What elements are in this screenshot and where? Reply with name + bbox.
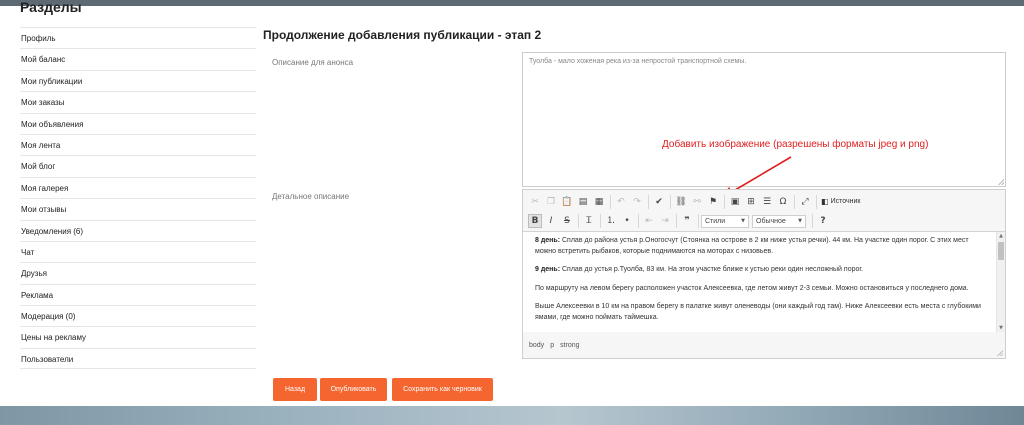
- cut-icon[interactable]: ✂: [528, 195, 542, 209]
- editor-text[interactable]: 8 день: Сплав до района устья р.Оногосчу…: [523, 232, 1005, 323]
- editor-toolbar: ✂ ❐ 📋 ▤ ▦ ↶ ↷ ✔ ⛓ ⚯ ⚑ ▣ ⊞ ☰ Ω ⤢ ◧ Источн…: [523, 190, 1005, 232]
- annotation-text: Добавить изображение (разрешены форматы …: [662, 139, 929, 150]
- format-select[interactable]: Обычное ▼: [752, 214, 806, 228]
- chevron-down-icon: ▼: [741, 217, 745, 224]
- scroll-up-icon[interactable]: ▲: [997, 232, 1005, 240]
- sidebar-item-reviews[interactable]: Мои отзывы: [20, 198, 256, 219]
- sidebar-item-feed[interactable]: Моя лента: [20, 133, 256, 155]
- sidebar-item-friends[interactable]: Друзья: [20, 262, 256, 283]
- horizontal-line-icon[interactable]: ☰: [760, 195, 774, 209]
- bottom-background: [0, 406, 1024, 425]
- spellcheck-icon[interactable]: ✔: [652, 195, 666, 209]
- blockquote-icon[interactable]: ❞: [680, 214, 694, 228]
- paste-icon[interactable]: 📋: [560, 195, 574, 209]
- resize-grip-icon[interactable]: [997, 350, 1003, 356]
- sidebar: Разделы Профиль Мой баланс Мои публикаци…: [20, 0, 256, 370]
- scrollbar-thumb[interactable]: [998, 242, 1004, 260]
- paragraph: Выше Алексеевки в 10 км на правом берегу…: [535, 303, 981, 321]
- detail-label: Детальное описание: [272, 192, 350, 201]
- paragraph: 8 день: Сплав до района устья р.Оногосчу…: [535, 237, 969, 255]
- special-char-icon[interactable]: Ω: [776, 195, 790, 209]
- sidebar-item-ads[interactable]: Мои объявления: [20, 112, 256, 134]
- save-draft-button[interactable]: Сохранить как черновик: [392, 378, 493, 401]
- undo-icon[interactable]: ↶: [614, 195, 628, 209]
- paste-text-icon[interactable]: ▤: [576, 195, 590, 209]
- scroll-down-icon[interactable]: ▼: [997, 324, 1005, 332]
- path-item[interactable]: strong: [560, 342, 579, 349]
- resize-grip-icon[interactable]: [998, 179, 1004, 185]
- indent-icon[interactable]: ⇥: [658, 214, 672, 228]
- sidebar-title: Разделы: [20, 0, 82, 15]
- paste-word-icon[interactable]: ▦: [592, 195, 606, 209]
- sidebar-item-users[interactable]: Пользователи: [20, 347, 256, 370]
- redo-icon[interactable]: ↷: [630, 195, 644, 209]
- sidebar-list: Профиль Мой баланс Мои публикации Мои за…: [20, 27, 256, 370]
- sidebar-item-balance[interactable]: Мой баланс: [20, 48, 256, 69]
- help-icon[interactable]: ?: [816, 214, 830, 228]
- unlink-icon[interactable]: ⚯: [690, 195, 704, 209]
- image-icon[interactable]: ▣: [728, 195, 742, 209]
- toolbar-row-1: ✂ ❐ 📋 ▤ ▦ ↶ ↷ ✔ ⛓ ⚯ ⚑ ▣ ⊞ ☰ Ω ⤢ ◧ Источн…: [527, 193, 1001, 211]
- page-title: Продолжение добавления публикации - этап…: [263, 28, 542, 42]
- copy-icon[interactable]: ❐: [544, 195, 558, 209]
- rich-text-editor: ✂ ❐ 📋 ▤ ▦ ↶ ↷ ✔ ⛓ ⚯ ⚑ ▣ ⊞ ☰ Ω ⤢ ◧ Источн…: [522, 189, 1006, 359]
- sidebar-item-ad-prices[interactable]: Цены на рекламу: [20, 326, 256, 347]
- sidebar-item-notifications[interactable]: Уведомления (6): [20, 219, 256, 241]
- bulleted-list-icon[interactable]: •: [620, 214, 634, 228]
- sidebar-item-chat[interactable]: Чат: [20, 240, 256, 262]
- remove-format-icon[interactable]: Ꮖ: [582, 214, 596, 228]
- italic-icon[interactable]: I: [544, 214, 558, 228]
- sidebar-item-profile[interactable]: Профиль: [20, 27, 256, 48]
- numbered-list-icon[interactable]: ⒈: [604, 214, 618, 228]
- sidebar-item-gallery[interactable]: Моя галерея: [20, 176, 256, 198]
- maximize-icon[interactable]: ⤢: [798, 195, 812, 209]
- sidebar-item-publications[interactable]: Мои публикации: [20, 69, 256, 91]
- editor-scrollbar[interactable]: ▲ ▼: [996, 232, 1005, 332]
- chevron-down-icon: ▼: [798, 217, 802, 224]
- paragraph: По маршруту на левом берегу расположен у…: [535, 284, 969, 292]
- sidebar-item-orders[interactable]: Мои заказы: [20, 91, 256, 112]
- outdent-icon[interactable]: ⇤: [642, 214, 656, 228]
- sidebar-item-advertising[interactable]: Реклама: [20, 283, 256, 305]
- element-path-bar: body p strong: [523, 333, 1005, 358]
- path-item[interactable]: body: [529, 342, 544, 349]
- anchor-flag-icon[interactable]: ⚑: [706, 195, 720, 209]
- back-button[interactable]: Назад: [273, 378, 317, 401]
- sidebar-item-blog[interactable]: Мой блог: [20, 155, 256, 176]
- bold-icon[interactable]: B: [528, 214, 542, 228]
- source-button[interactable]: ◧ Источник: [819, 195, 862, 209]
- styles-select[interactable]: Стили ▼: [701, 214, 749, 228]
- anons-label: Описание для анонса: [272, 58, 354, 67]
- paragraph: 9 день: Сплав до устья р.Туолба, 83 км. …: [535, 266, 864, 273]
- publish-button[interactable]: Опубликовать: [320, 378, 387, 401]
- strikethrough-icon[interactable]: S: [560, 214, 574, 228]
- path-item[interactable]: p: [550, 342, 554, 349]
- editor-content[interactable]: 8 день: Сплав до района устья р.Оногосчу…: [523, 232, 1005, 332]
- sidebar-item-moderation[interactable]: Модерация (0): [20, 305, 256, 326]
- source-icon: ◧: [821, 197, 829, 206]
- link-icon[interactable]: ⛓: [674, 195, 688, 209]
- toolbar-row-2: B I S Ꮖ ⒈ • ⇤ ⇥ ❞ Стили ▼ Обычное ▼ ?: [527, 212, 1001, 230]
- table-icon[interactable]: ⊞: [744, 195, 758, 209]
